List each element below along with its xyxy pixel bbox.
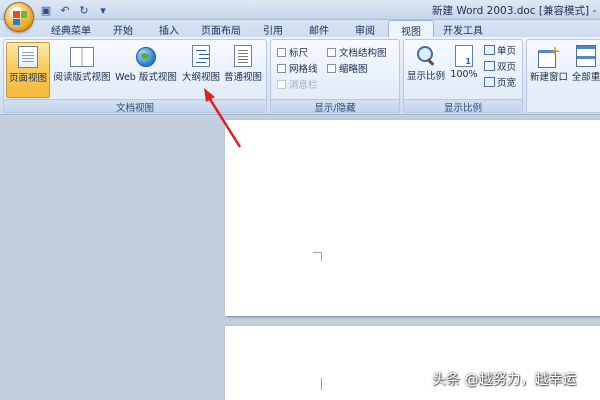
new-window-label: 新建窗口 — [529, 72, 568, 83]
gridlines-checkbox[interactable]: 网格线 — [277, 61, 318, 75]
web-layout-label: Web 版式视图 — [115, 72, 177, 83]
window-title: 新建 Word 2003.doc [兼容模式] - M — [432, 5, 600, 17]
ruler-checkbox[interactable]: 标尺 — [277, 45, 308, 59]
ribbon-tabs: 经典菜单 开始 插入 页面布局 引用 邮件 审阅 视图 开发工具 — [0, 20, 600, 38]
gridlines-label: 网格线 — [289, 64, 318, 75]
group-show-hide: 标尺 文档结构图 网格线 缩略图 消息栏 显示/隐藏 — [270, 39, 400, 114]
tab-insert[interactable]: 插入 — [146, 20, 192, 37]
new-window-button[interactable]: 新建窗口 — [529, 42, 569, 98]
watermark-text: 头条 @越努力，越幸运 — [432, 372, 577, 388]
gridlines-checkbox-box[interactable] — [277, 63, 286, 73]
zoom-button[interactable]: 显示比例 — [406, 42, 446, 98]
zoom-label: 显示比例 — [406, 71, 445, 82]
one-page-icon — [484, 45, 495, 55]
document-map-checkbox-box[interactable] — [327, 47, 336, 57]
tab-home[interactable]: 开始 — [100, 20, 146, 37]
two-pages-button[interactable]: 双页 — [484, 59, 516, 73]
page-width-icon — [484, 77, 495, 87]
two-pages-icon — [484, 61, 495, 71]
message-bar-checkbox: 消息栏 — [277, 77, 318, 91]
quick-access-toolbar: ▣ ↶ ↻ ▾ — [38, 2, 111, 18]
document-map-label: 文档结构图 — [339, 48, 387, 59]
page-width-label: 页宽 — [497, 78, 517, 89]
margin-corner-mark-2 — [313, 378, 322, 390]
ruler-checkbox-box[interactable] — [277, 47, 286, 57]
group-label-show-hide: 显示/隐藏 — [271, 99, 399, 114]
print-layout-label: 页面视图 — [8, 73, 47, 84]
page-100-icon — [455, 45, 473, 67]
document-map-checkbox[interactable]: 文档结构图 — [327, 45, 387, 59]
web-layout-button[interactable]: Web 版式视图 — [114, 42, 178, 98]
office-logo-icon — [13, 11, 27, 25]
outline-view-icon — [192, 45, 210, 67]
reading-layout-label: 阅读版式视图 — [53, 72, 111, 83]
page-width-button[interactable]: 页宽 — [484, 75, 516, 89]
tab-classic-menu[interactable]: 经典菜单 — [42, 20, 100, 37]
new-window-icon — [538, 44, 560, 68]
tab-view[interactable]: 视图 — [388, 20, 434, 38]
tab-mailings[interactable]: 邮件 — [296, 20, 342, 37]
message-bar-checkbox-box — [277, 79, 286, 89]
one-page-button[interactable]: 单页 — [484, 43, 516, 57]
group-zoom: 显示比例 100% 单页 双页 页宽 显示比例 — [403, 39, 523, 114]
arrange-all-icon — [576, 45, 596, 67]
group-window: 新建窗口 全部重 — [526, 39, 600, 113]
one-page-label: 单页 — [497, 46, 517, 57]
arrange-all-button[interactable]: 全部重 — [571, 42, 600, 98]
message-bar-label: 消息栏 — [289, 80, 318, 91]
zoom-100-button[interactable]: 100% — [448, 42, 480, 98]
thumbnails-checkbox-box[interactable] — [327, 63, 336, 73]
title-bar: ▣ ↶ ↻ ▾ 新建 Word 2003.doc [兼容模式] - M — [0, 0, 600, 20]
customize-icon[interactable]: ▾ — [95, 3, 111, 17]
web-layout-icon — [136, 47, 156, 67]
document-page-1[interactable] — [225, 120, 600, 316]
two-pages-label: 双页 — [497, 62, 517, 73]
save-icon[interactable]: ▣ — [38, 3, 54, 17]
tab-review[interactable]: 审阅 — [342, 20, 388, 37]
print-layout-button[interactable]: 页面视图 — [6, 42, 50, 98]
magnifier-icon — [416, 46, 436, 66]
document-workspace[interactable] — [0, 116, 600, 400]
zoom-100-label: 100% — [450, 69, 478, 80]
print-layout-icon — [18, 46, 38, 68]
full-screen-reading-button[interactable]: 阅读版式视图 — [52, 42, 112, 98]
redo-icon[interactable]: ↻ — [76, 3, 92, 17]
tab-references[interactable]: 引用 — [250, 20, 296, 37]
thumbnails-label: 缩略图 — [339, 64, 368, 75]
thumbnails-checkbox[interactable]: 缩略图 — [327, 61, 368, 75]
reading-layout-icon — [70, 47, 94, 67]
red-arrow-annotation — [204, 88, 242, 148]
ribbon: 页面视图 阅读版式视图 Web 版式视图 大纲视图 普通视图 文档视图 标尺 文… — [0, 37, 600, 115]
margin-corner-mark — [313, 252, 322, 261]
undo-icon[interactable]: ↶ — [57, 3, 73, 17]
arrange-all-label: 全部重 — [571, 72, 600, 83]
ruler-label: 标尺 — [289, 48, 309, 59]
draft-view-icon — [234, 45, 252, 67]
tab-page-layout[interactable]: 页面布局 — [192, 20, 250, 37]
group-label-zoom: 显示比例 — [404, 99, 522, 114]
office-button[interactable] — [4, 2, 34, 32]
tab-developer[interactable]: 开发工具 — [434, 20, 492, 37]
